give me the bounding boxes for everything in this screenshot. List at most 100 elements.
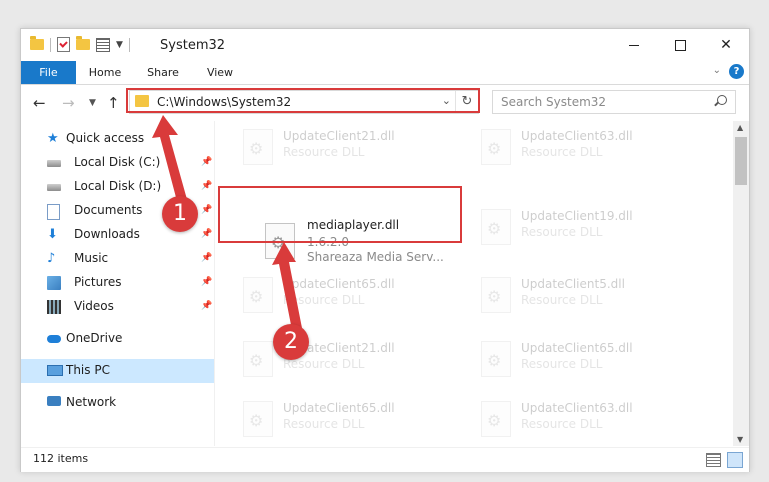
search-placeholder: Search System32 — [501, 95, 607, 109]
file-description: Shareaza Media Serv... — [307, 250, 444, 264]
file-item[interactable]: UpdateClient21.dll Resource DLL — [233, 125, 458, 173]
dll-file-icon — [481, 277, 511, 313]
pc-icon — [47, 365, 63, 376]
dll-file-icon — [481, 341, 511, 377]
sidebar-item-label: Music — [74, 251, 109, 265]
properties-icon[interactable] — [57, 37, 70, 52]
status-bar: 112 items — [21, 447, 749, 472]
recent-locations-icon[interactable]: ▼ — [89, 98, 96, 108]
dll-file-icon — [481, 129, 511, 165]
file-item[interactable]: UpdateClient63.dll Resource DLL — [471, 397, 696, 445]
file-item[interactable]: UpdateClient5.dll Resource DLL — [471, 273, 696, 321]
sidebar-item-label: Pictures — [74, 275, 122, 289]
videos-icon — [47, 300, 61, 314]
expand-ribbon-icon[interactable]: ⌄ — [713, 65, 721, 76]
chevron-down-icon[interactable]: ▼ — [116, 40, 123, 50]
minimize-icon — [629, 44, 639, 46]
file-item[interactable]: UpdateClient63.dll Resource DLL — [471, 125, 696, 173]
title-bar: ▼ System32 ✕ — [21, 29, 749, 61]
file-item[interactable]: UpdateClient65.dll Resource DLL — [471, 337, 696, 385]
forward-arrow-icon[interactable]: → — [62, 94, 75, 112]
sidebar-item-label: Local Disk (D:) — [74, 179, 162, 193]
file-type: Resource DLL — [521, 357, 603, 371]
close-button[interactable]: ✕ — [703, 29, 749, 61]
file-highlight-box — [218, 186, 462, 243]
dll-file-icon — [243, 401, 273, 437]
pin-icon[interactable]: 📌 — [201, 277, 212, 287]
tab-view[interactable]: View — [199, 61, 241, 84]
toolbar-divider — [50, 37, 51, 52]
callout-arrow-2 — [272, 242, 302, 330]
star-icon: ★ — [47, 131, 59, 146]
dll-file-icon — [243, 129, 273, 165]
file-name: UpdateClient19.dll — [521, 209, 633, 223]
sidebar-item-this-pc[interactable]: This PC — [21, 359, 214, 383]
tab-file[interactable]: File — [21, 61, 76, 84]
tiles-view-icon[interactable] — [727, 452, 743, 468]
sidebar-item-onedrive[interactable]: OneDrive — [21, 327, 214, 351]
sidebar-item-network[interactable]: Network — [21, 391, 214, 415]
file-name: UpdateClient63.dll — [521, 129, 633, 143]
disk-icon — [47, 160, 61, 167]
file-name: UpdateClient5.dll — [521, 277, 625, 291]
pin-icon[interactable]: 📌 — [201, 301, 212, 311]
sidebar-item-label: Local Disk (C:) — [74, 155, 161, 169]
scroll-up-icon[interactable]: ▲ — [737, 123, 743, 132]
file-type: Resource DLL — [283, 145, 365, 159]
sidebar-item-pictures[interactable]: Pictures 📌 — [21, 271, 214, 295]
sidebar-item-videos[interactable]: Videos 📌 — [21, 295, 214, 319]
pin-icon[interactable]: 📌 — [201, 229, 212, 239]
dll-file-icon — [481, 401, 511, 437]
network-icon — [47, 396, 61, 406]
file-type: Resource DLL — [521, 417, 603, 431]
new-folder-icon[interactable] — [76, 36, 90, 50]
help-icon[interactable]: ? — [729, 64, 744, 79]
file-item[interactable]: UpdateClient19.dll Resource DLL — [471, 205, 696, 253]
pin-icon[interactable]: 📌 — [201, 253, 212, 263]
file-type: Resource DLL — [283, 417, 365, 431]
maximize-icon — [674, 39, 686, 51]
scroll-down-icon[interactable]: ▼ — [737, 435, 743, 444]
file-item[interactable]: UpdateClient65.dll Resource DLL — [233, 397, 458, 445]
search-input[interactable]: Search System32 — [492, 90, 736, 114]
file-name: UpdateClient65.dll — [521, 341, 633, 355]
back-arrow-icon[interactable]: ← — [33, 94, 46, 112]
file-name: UpdateClient65.dll — [283, 401, 395, 415]
file-type: Resource DLL — [521, 293, 603, 307]
customize-icon[interactable] — [96, 37, 110, 52]
sidebar-item-label: Quick access — [66, 131, 145, 145]
tab-home[interactable]: Home — [84, 61, 126, 84]
sidebar-item-label: Network — [66, 395, 117, 409]
details-view-icon[interactable] — [706, 453, 721, 467]
sidebar-item-label: Documents — [74, 203, 143, 217]
pictures-icon — [47, 276, 61, 290]
vertical-scrollbar[interactable]: ▲ ▼ — [733, 121, 749, 446]
sidebar-item-label: OneDrive — [66, 331, 123, 345]
search-icon[interactable] — [717, 95, 727, 105]
folder-icon — [30, 36, 44, 50]
file-type: Resource DLL — [521, 145, 603, 159]
sidebar-item-label: Videos — [74, 299, 114, 313]
scrollbar-thumb[interactable] — [735, 137, 747, 185]
item-count: 112 items — [33, 452, 89, 465]
quick-access-toolbar: ▼ — [30, 36, 130, 52]
file-name: UpdateClient63.dll — [521, 401, 633, 415]
window-title: System32 — [160, 38, 226, 53]
sidebar-item-music[interactable]: ♪ Music 📌 — [21, 247, 214, 271]
ribbon-tabs: File Home Share View ⌄ ? — [21, 61, 749, 85]
up-arrow-icon[interactable]: ↑ — [107, 94, 120, 112]
close-icon: ✕ — [720, 37, 732, 53]
toolbar-divider — [128, 37, 130, 52]
tab-share[interactable]: Share — [142, 61, 184, 84]
maximize-button[interactable] — [657, 29, 703, 61]
file-name: UpdateClient21.dll — [283, 129, 395, 143]
cloud-icon — [47, 335, 61, 343]
disk-icon — [47, 184, 61, 191]
step-1-badge: 1 — [162, 196, 198, 232]
music-icon: ♪ — [47, 251, 56, 266]
step-2-badge: 2 — [273, 324, 309, 360]
file-item[interactable]: UpdateClient21.dll Resource DLL — [233, 337, 458, 385]
dll-file-icon — [243, 341, 273, 377]
file-type: Resource DLL — [521, 225, 603, 239]
minimize-button[interactable] — [611, 29, 657, 61]
